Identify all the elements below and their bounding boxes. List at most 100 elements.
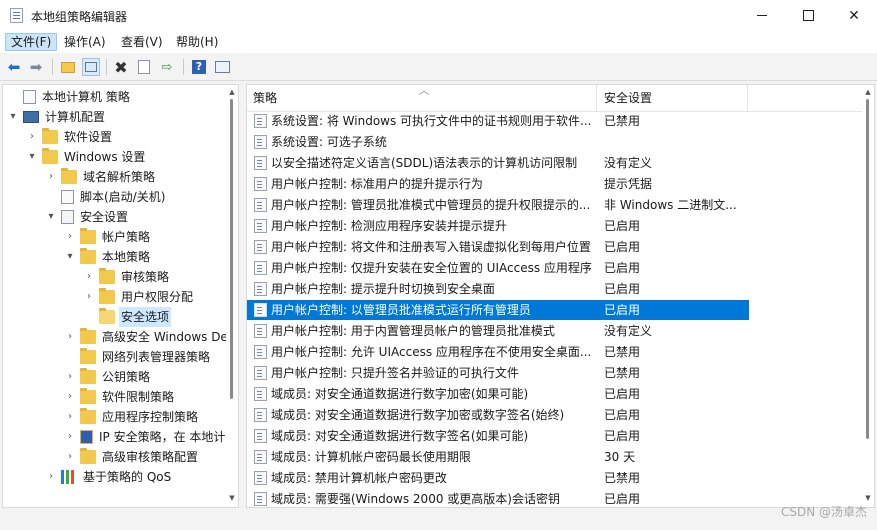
policy-setting: 已启用	[604, 240, 641, 254]
policy-icon	[254, 345, 267, 359]
policy-row[interactable]: 用户帐户控制: 将文件和注册表写入错误虚拟化到每用户位置 已启用	[247, 237, 749, 257]
collapsed-chevron-icon[interactable]: ›	[64, 227, 76, 247]
tree-item-label: Windows 设置	[64, 150, 146, 164]
policy-setting: 已禁用	[604, 345, 641, 359]
policy-row[interactable]: 域成员: 禁用计算机帐户密码更改 已禁用	[247, 468, 749, 488]
view-icon[interactable]	[213, 58, 231, 76]
policy-row[interactable]: 以安全描述符定义语言(SDDL)语法表示的计算机访问限制 没有定义	[247, 153, 749, 173]
tree-item[interactable]: › 基于策略的 QoS	[45, 467, 173, 487]
minimize-button[interactable]	[739, 0, 785, 31]
help-icon[interactable]: ?	[190, 58, 208, 76]
collapsed-chevron-icon[interactable]: ›	[64, 407, 76, 427]
expander-placeholder	[64, 347, 76, 367]
ipsec-icon	[80, 430, 93, 444]
scroll-down-icon[interactable]: ▼	[226, 493, 238, 503]
tree-item[interactable]: › 域名解析策略	[45, 167, 157, 187]
policy-row[interactable]: 用户帐户控制: 仅提升安装在安全位置的 UIAccess 应用程序 已启用	[247, 258, 749, 278]
tree-item[interactable]: ▾ 安全设置	[45, 207, 130, 227]
tree-item[interactable]: ▾ Windows 设置	[26, 147, 147, 167]
tree-item[interactable]: › 软件限制策略	[64, 387, 176, 407]
tree-item[interactable]: › 应用程序控制策略	[64, 407, 200, 427]
tree-item[interactable]: 安全选项	[83, 307, 172, 327]
policy-list-pane[interactable]: 策略 ︿ 安全设置 系统设置: 将 Windows 可执行文件中的证书规则用于软…	[246, 84, 875, 508]
policy-row[interactable]: 用户帐户控制: 允许 UIAccess 应用程序在不使用安全桌面... 已禁用	[247, 342, 749, 362]
tree-scroll-thumb[interactable]	[230, 99, 233, 399]
collapsed-chevron-icon[interactable]: ›	[64, 447, 76, 467]
collapsed-chevron-icon[interactable]: ›	[64, 387, 76, 407]
policy-row[interactable]: 用户帐户控制: 检测应用程序安装并提示提升 已启用	[247, 216, 749, 236]
menu-file[interactable]: 文件(F)	[5, 33, 58, 51]
policy-name: 系统设置: 可选子系统	[271, 135, 387, 149]
policy-icon	[254, 387, 267, 401]
policy-row[interactable]: 域成员: 计算机帐户密码最长使用期限 30 天	[247, 447, 749, 467]
tree-item[interactable]: › 审核策略	[83, 267, 171, 287]
maximize-button[interactable]	[785, 0, 831, 31]
tree-item[interactable]: › IP 安全策略，在 本地计	[64, 427, 227, 447]
policy-row[interactable]: 系统设置: 将 Windows 可执行文件中的证书规则用于软件... 已禁用	[247, 111, 749, 131]
title-bar[interactable]: 本地组策略编辑器 ✕	[0, 0, 877, 31]
policy-name: 用户帐户控制: 以管理员批准模式运行所有管理员	[271, 303, 531, 317]
collapsed-chevron-icon[interactable]: ›	[45, 467, 57, 487]
policy-name: 域成员: 对安全通道数据进行数字加密(如果可能)	[271, 387, 529, 401]
tree-item[interactable]: › 公钥策略	[64, 367, 152, 387]
expanded-chevron-icon[interactable]: ▾	[26, 147, 38, 167]
back-icon[interactable]: ⬅	[5, 58, 23, 76]
scroll-up-icon[interactable]: ▲	[862, 87, 874, 97]
policy-row[interactable]: 系统设置: 可选子系统	[247, 132, 749, 152]
show-tree-icon[interactable]	[82, 58, 100, 76]
policy-setting: 30 天	[604, 450, 636, 464]
policy-row[interactable]: 域成员: 对安全通道数据进行数字签名(如果可能) 已启用	[247, 426, 749, 446]
column-header-setting[interactable]: 安全设置	[598, 85, 748, 111]
tree-item[interactable]: ▾ 计算机配置	[7, 107, 107, 127]
scroll-up-icon[interactable]: ▲	[226, 87, 238, 97]
expanded-chevron-icon[interactable]: ▾	[64, 247, 76, 267]
list-vertical-scrollbar[interactable]: ▲ ▼	[862, 85, 874, 507]
tree-vertical-scrollbar[interactable]: ▲ ▼	[226, 85, 238, 507]
forward-icon[interactable]: ➡	[27, 58, 45, 76]
policy-setting: 已启用	[604, 492, 641, 506]
menu-view[interactable]: 查看(V)	[116, 33, 168, 51]
tree-item[interactable]: › 用户权限分配	[83, 287, 195, 307]
expanded-chevron-icon[interactable]: ▾	[45, 207, 57, 227]
collapsed-chevron-icon[interactable]: ›	[64, 367, 76, 387]
policy-icon	[254, 429, 267, 443]
policy-row[interactable]: 域成员: 对安全通道数据进行数字加密(如果可能) 已启用	[247, 384, 749, 404]
collapsed-chevron-icon[interactable]: ›	[26, 127, 38, 147]
policy-row[interactable]: 用户帐户控制: 标准用户的提升提示行为 提示凭据	[247, 174, 749, 194]
policy-row[interactable]: 用户帐户控制: 管理员批准模式中管理员的提升权限提示的... 非 Windows …	[247, 195, 749, 215]
tree-item[interactable]: ▾ 本地策略	[64, 247, 152, 267]
policy-row[interactable]: 域成员: 对安全通道数据进行数字加密或数字签名(始终) 已启用	[247, 405, 749, 425]
tree-pane[interactable]: 本地计算机 策略 ▾ 计算机配置 › 软件设置 ▾ Windows 设置 › 域名解析策略 脚本(…	[2, 84, 239, 508]
up-folder-icon[interactable]	[59, 58, 77, 76]
list-scroll-thumb[interactable]	[866, 99, 869, 439]
scroll-down-icon[interactable]: ▼	[862, 493, 874, 503]
policy-row[interactable]: 用户帐户控制: 以管理员批准模式运行所有管理员 已启用	[247, 300, 749, 320]
export-icon[interactable]: ⇨	[158, 58, 176, 76]
collapsed-chevron-icon[interactable]: ›	[83, 287, 95, 307]
policy-row[interactable]: 用户帐户控制: 提示提升时切换到安全桌面 已启用	[247, 279, 749, 299]
tree-item[interactable]: 本地计算机 策略	[7, 87, 132, 107]
properties-icon[interactable]	[135, 58, 153, 76]
tree-item[interactable]: › 帐户策略	[64, 227, 152, 247]
collapsed-chevron-icon[interactable]: ›	[64, 427, 76, 447]
collapsed-chevron-icon[interactable]: ›	[64, 327, 76, 347]
collapsed-chevron-icon[interactable]: ›	[83, 267, 95, 287]
expanded-chevron-icon[interactable]: ▾	[7, 107, 19, 127]
policy-row[interactable]: 用户帐户控制: 只提升签名并验证的可执行文件 已禁用	[247, 363, 749, 383]
menu-help[interactable]: 帮助(H)	[171, 33, 223, 51]
delete-icon[interactable]: ✖	[112, 58, 130, 77]
policy-setting: 非 Windows 二进制文...	[604, 198, 737, 212]
tree-item-label: 安全设置	[80, 210, 129, 224]
tree-item[interactable]: › 高级安全 Windows De	[64, 327, 230, 347]
tree-item[interactable]: 脚本(启动/关机)	[45, 187, 167, 207]
tree-item[interactable]: › 软件设置	[26, 127, 114, 147]
tree-item[interactable]: › 高级审核策略配置	[64, 447, 200, 467]
tree-item[interactable]: 网络列表管理器策略	[64, 347, 212, 367]
collapsed-chevron-icon[interactable]: ›	[45, 167, 57, 187]
app-icon	[10, 8, 23, 23]
policy-row[interactable]: 域成员: 需要强(Windows 2000 或更高版本)会话密钥 已启用	[247, 489, 749, 507]
column-header-policy[interactable]: 策略 ︿	[247, 85, 597, 111]
close-button[interactable]: ✕	[831, 0, 877, 31]
menu-action[interactable]: 操作(A)	[59, 33, 111, 51]
policy-row[interactable]: 用户帐户控制: 用于内置管理员帐户的管理员批准模式 没有定义	[247, 321, 749, 341]
